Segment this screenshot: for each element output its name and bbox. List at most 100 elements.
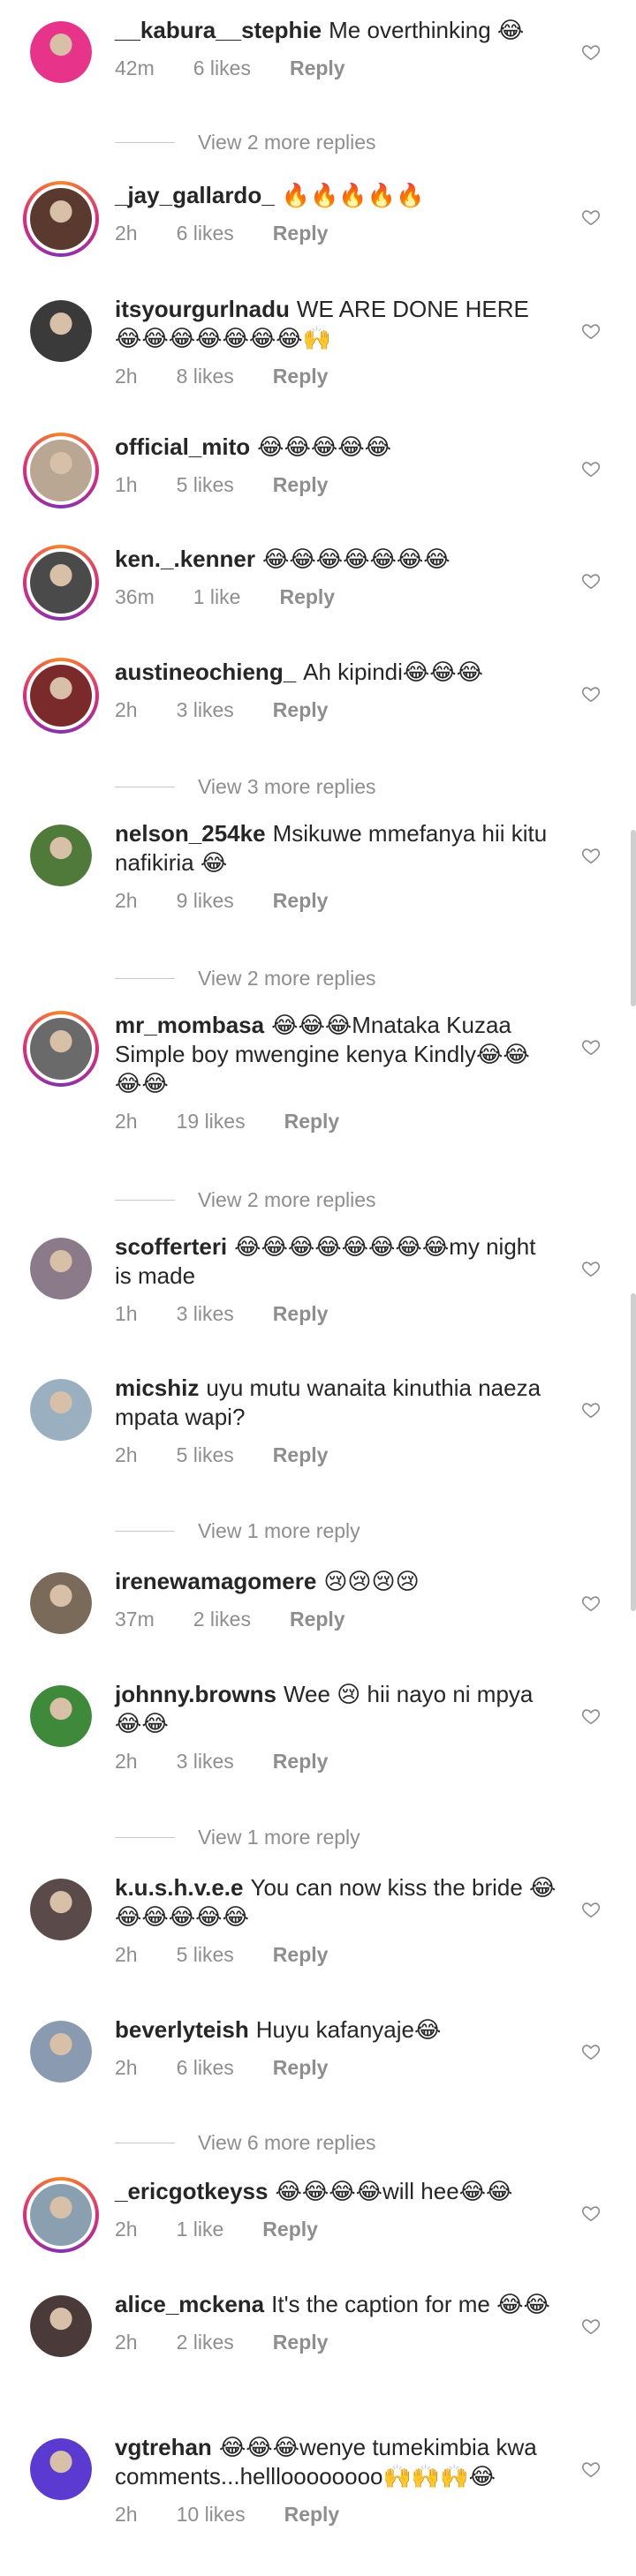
heart-icon[interactable] — [581, 321, 601, 341]
likes-count[interactable]: 3 likes — [177, 1302, 234, 1325]
view-more-replies[interactable]: View 1 more reply — [115, 1519, 360, 1543]
reply-button[interactable]: Reply — [262, 2218, 318, 2241]
avatar[interactable] — [23, 2177, 99, 2253]
heart-icon[interactable] — [581, 42, 601, 62]
reply-button[interactable]: Reply — [273, 698, 329, 721]
username-link[interactable]: _ericgotkeyss — [115, 2178, 268, 2204]
avatar[interactable] — [30, 21, 92, 83]
likes-count[interactable]: 5 likes — [177, 473, 234, 496]
heart-icon[interactable] — [581, 1037, 601, 1057]
username-link[interactable]: _jay_gallardo_ — [115, 182, 275, 208]
comment-text: Ah kipindi😂😂😂 — [303, 659, 484, 685]
comment-meta: 2h 8 likes Reply — [115, 362, 556, 391]
heart-icon[interactable] — [581, 1400, 601, 1420]
view-more-replies[interactable]: View 1 more reply — [115, 1826, 360, 1849]
username-link[interactable]: vgtrehan — [115, 2434, 212, 2460]
likes-count[interactable]: 3 likes — [177, 698, 234, 721]
heart-icon[interactable] — [581, 571, 601, 591]
reply-button[interactable]: Reply — [273, 1943, 329, 1966]
likes-count[interactable]: 2 likes — [193, 1608, 251, 1631]
likes-count[interactable]: 8 likes — [177, 365, 234, 388]
avatar[interactable] — [30, 1379, 92, 1441]
avatar[interactable] — [23, 658, 99, 734]
avatar[interactable] — [23, 433, 99, 508]
username-link[interactable]: itsyourgurlnadu — [115, 296, 290, 322]
view-more-replies-label: View 2 more replies — [198, 1188, 376, 1211]
username-link[interactable]: k.u.s.h.v.e.e — [115, 1874, 243, 1901]
heart-icon[interactable] — [581, 207, 601, 227]
reply-button[interactable]: Reply — [290, 1608, 345, 1631]
avatar[interactable] — [30, 825, 92, 886]
heart-icon[interactable] — [581, 1259, 601, 1278]
likes-count[interactable]: 5 likes — [177, 1943, 234, 1966]
comment-meta: 2h 5 likes Reply — [115, 1441, 556, 1470]
avatar[interactable] — [23, 545, 99, 621]
avatar[interactable] — [23, 1011, 99, 1087]
reply-button[interactable]: Reply — [273, 1302, 329, 1325]
heart-icon[interactable] — [581, 2203, 601, 2223]
likes-count[interactable]: 6 likes — [177, 2056, 234, 2079]
username-link[interactable]: mr_mombasa — [115, 1012, 264, 1038]
heart-icon[interactable] — [581, 2042, 601, 2061]
likes-count[interactable]: 1 like — [177, 2218, 224, 2241]
avatar[interactable] — [30, 2438, 92, 2500]
likes-count[interactable]: 5 likes — [177, 1443, 234, 1466]
likes-count[interactable]: 19 likes — [177, 1110, 246, 1133]
view-more-replies[interactable]: View 6 more replies — [115, 2131, 376, 2155]
reply-button[interactable]: Reply — [279, 585, 335, 608]
heart-icon[interactable] — [581, 684, 601, 704]
avatar[interactable] — [30, 300, 92, 362]
avatar[interactable] — [30, 2021, 92, 2083]
reply-button[interactable]: Reply — [273, 365, 329, 388]
heart-icon[interactable] — [581, 459, 601, 478]
likes-count[interactable]: 6 likes — [193, 56, 251, 79]
heart-icon[interactable] — [581, 2316, 601, 2336]
likes-count[interactable]: 2 likes — [177, 2331, 234, 2354]
username-link[interactable]: beverlyteish — [115, 2016, 249, 2043]
heart-icon[interactable] — [581, 2459, 601, 2479]
username-link[interactable]: micshiz — [115, 1375, 199, 1401]
reply-button[interactable]: Reply — [273, 889, 329, 912]
avatar[interactable] — [30, 2295, 92, 2357]
username-link[interactable]: official_mito — [115, 433, 250, 460]
scrollbar-lower[interactable] — [631, 1293, 636, 1611]
likes-count[interactable]: 10 likes — [177, 2503, 246, 2526]
scrollbar[interactable] — [631, 830, 636, 1006]
likes-count[interactable]: 6 likes — [177, 222, 234, 245]
avatar[interactable] — [30, 1238, 92, 1299]
reply-button[interactable]: Reply — [273, 2056, 329, 2079]
view-more-replies[interactable]: View 3 more replies — [115, 775, 376, 799]
heart-icon[interactable] — [581, 1593, 601, 1613]
reply-button[interactable]: Reply — [284, 2503, 340, 2526]
avatar[interactable] — [30, 1685, 92, 1747]
likes-count[interactable]: 9 likes — [177, 889, 234, 912]
username-link[interactable]: nelson_254ke — [115, 820, 266, 847]
username-link[interactable]: alice_mckena — [115, 2291, 264, 2317]
username-link[interactable]: irenewamagomere — [115, 1568, 316, 1594]
reply-button[interactable]: Reply — [290, 56, 345, 79]
reply-button[interactable]: Reply — [273, 2331, 329, 2354]
reply-button[interactable]: Reply — [273, 473, 329, 496]
reply-button[interactable]: Reply — [273, 1443, 329, 1466]
username-link[interactable]: ken._.kenner — [115, 546, 255, 572]
view-more-replies[interactable]: View 2 more replies — [115, 967, 376, 990]
username-link[interactable]: austineochieng_ — [115, 659, 296, 685]
avatar[interactable] — [23, 181, 99, 257]
username-link[interactable]: johnny.browns — [115, 1681, 276, 1707]
comment-text: 🔥🔥🔥🔥🔥 — [281, 182, 425, 208]
username-link[interactable]: __kabura__stephie — [115, 17, 322, 43]
heart-icon[interactable] — [581, 1900, 601, 1919]
heart-icon[interactable] — [581, 846, 601, 865]
heart-icon[interactable] — [581, 1706, 601, 1726]
likes-count[interactable]: 1 like — [193, 585, 241, 608]
reply-button[interactable]: Reply — [284, 1110, 340, 1133]
username-link[interactable]: scofferteri — [115, 1233, 227, 1260]
view-more-replies[interactable]: View 2 more replies — [115, 1188, 376, 1212]
view-more-replies[interactable]: View 2 more replies — [115, 131, 376, 154]
avatar[interactable] — [30, 1572, 92, 1634]
reply-button[interactable]: Reply — [273, 1750, 329, 1773]
avatar[interactable] — [30, 1879, 92, 1940]
timestamp: 1h — [115, 1302, 138, 1325]
likes-count[interactable]: 3 likes — [177, 1750, 234, 1773]
reply-button[interactable]: Reply — [273, 222, 329, 245]
